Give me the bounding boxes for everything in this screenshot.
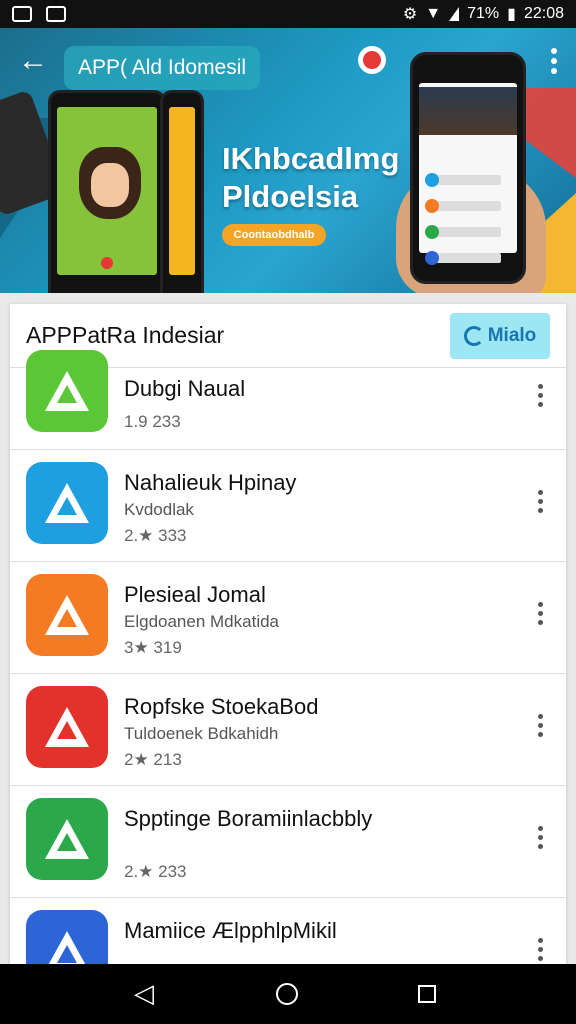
phone-illustration [48,90,166,293]
wifi-icon: ▼ [425,5,442,22]
list-item[interactable]: Dubgi Naual 1.9 233 [10,350,566,450]
status-left [12,6,66,22]
system-nav-bar [0,964,576,1024]
phone-illustration [160,90,204,293]
avatar-illustration [79,147,141,219]
hero-headline-line2: Pldoelsia [222,179,359,214]
record-icon [101,257,113,269]
battery-icon: ▮ [507,6,516,23]
item-overflow-icon[interactable] [538,714,544,741]
image-notification-icon [46,6,66,22]
phone-illustration [410,52,526,284]
app-rating: 1.9 233 [124,412,181,431]
app-icon [26,350,108,432]
refresh-icon [463,325,484,346]
status-bar: ⚙ ▼ 71% ▮ 22:08 [0,0,576,28]
battery-percent: 71% [467,5,500,22]
app-name: Plesieal Jomal [124,582,266,607]
home-nav-icon[interactable] [276,983,298,1005]
page-title: APP( Ald Idomesil [64,46,261,90]
app-icon [26,798,108,880]
status-right: ⚙ ▼ 71% ▮ 22:08 [403,4,564,24]
list-item[interactable]: Mamiice ÆlpphlpMikil [10,898,566,964]
item-overflow-icon[interactable] [538,938,544,964]
app-name: Mamiice ÆlpphlpMikil [124,918,337,943]
app-name: Ropfske StoekaBod [124,694,319,719]
app-icon [26,686,108,768]
chip-label: Mialo [487,324,537,346]
hero-headline-line1: IKhbcadlmg [222,141,400,176]
item-overflow-icon[interactable] [538,602,544,629]
app-list-card: APPPatRa Indesiar Mialo Dubgi Naual 1.9 … [10,304,566,964]
item-overflow-icon[interactable] [538,826,544,853]
photo-illustration [419,87,517,135]
list-item[interactable]: Ropfske StoekaBod Tuldoenek Bdkahidh 2★ … [10,674,566,786]
list-item[interactable]: Nahalieuk Hpinay Kvdodlak 2.★ 333 [10,450,566,562]
app-name: Dubgi Naual [124,376,246,401]
app-developer: Tuldoenek Bdkahidh [124,724,279,743]
list-item[interactable]: Plesieal Jomal Elgdoanen Mdkatida 3★ 319 [10,562,566,674]
app-icon [26,462,108,544]
item-overflow-icon[interactable] [538,490,544,517]
app-name: Nahalieuk Hpinay [124,470,297,495]
clock: 22:08 [523,5,564,22]
overflow-menu-icon[interactable] [550,48,558,78]
app-list: Dubgi Naual 1.9 233 Nahalieuk Hpinay Kvd… [10,350,566,964]
app-icon [26,574,108,656]
hero-headline: IKhbcadlmg Pldoelsia [222,140,399,216]
hero-cta-button[interactable]: Coontaobdhalb [222,224,326,246]
card-title: APPPatRa Indesiar [26,322,225,348]
gallery-notification-icon [12,6,32,22]
settings-status-icon: ⚙ [402,6,418,23]
app-rating: 2.★ 333 [124,526,187,545]
back-arrow-icon[interactable]: ← [18,46,48,76]
location-pin-icon [358,46,386,74]
app-developer: Kvdodlak [124,500,194,519]
signal-icon [449,7,460,21]
list-item[interactable]: Spptinge Boramiinlacbbly 2.★ 233 [10,786,566,898]
back-nav-icon[interactable] [134,978,156,1009]
app-icon [26,910,108,964]
recents-nav-icon[interactable] [418,985,436,1003]
app-developer: Elgdoanen Mdkatida [124,612,280,631]
app-rating: 3★ 319 [124,638,182,657]
hero-banner: ← APP( Ald Idomesil IKhbcadlmg Pldoelsia… [0,28,576,293]
item-overflow-icon[interactable] [538,384,544,411]
app-name: Spptinge Boramiinlacbbly [124,806,373,831]
app-rating: 2.★ 233 [124,862,187,881]
more-chip-button[interactable]: Mialo [450,312,550,359]
app-rating: 2★ 213 [124,750,182,769]
